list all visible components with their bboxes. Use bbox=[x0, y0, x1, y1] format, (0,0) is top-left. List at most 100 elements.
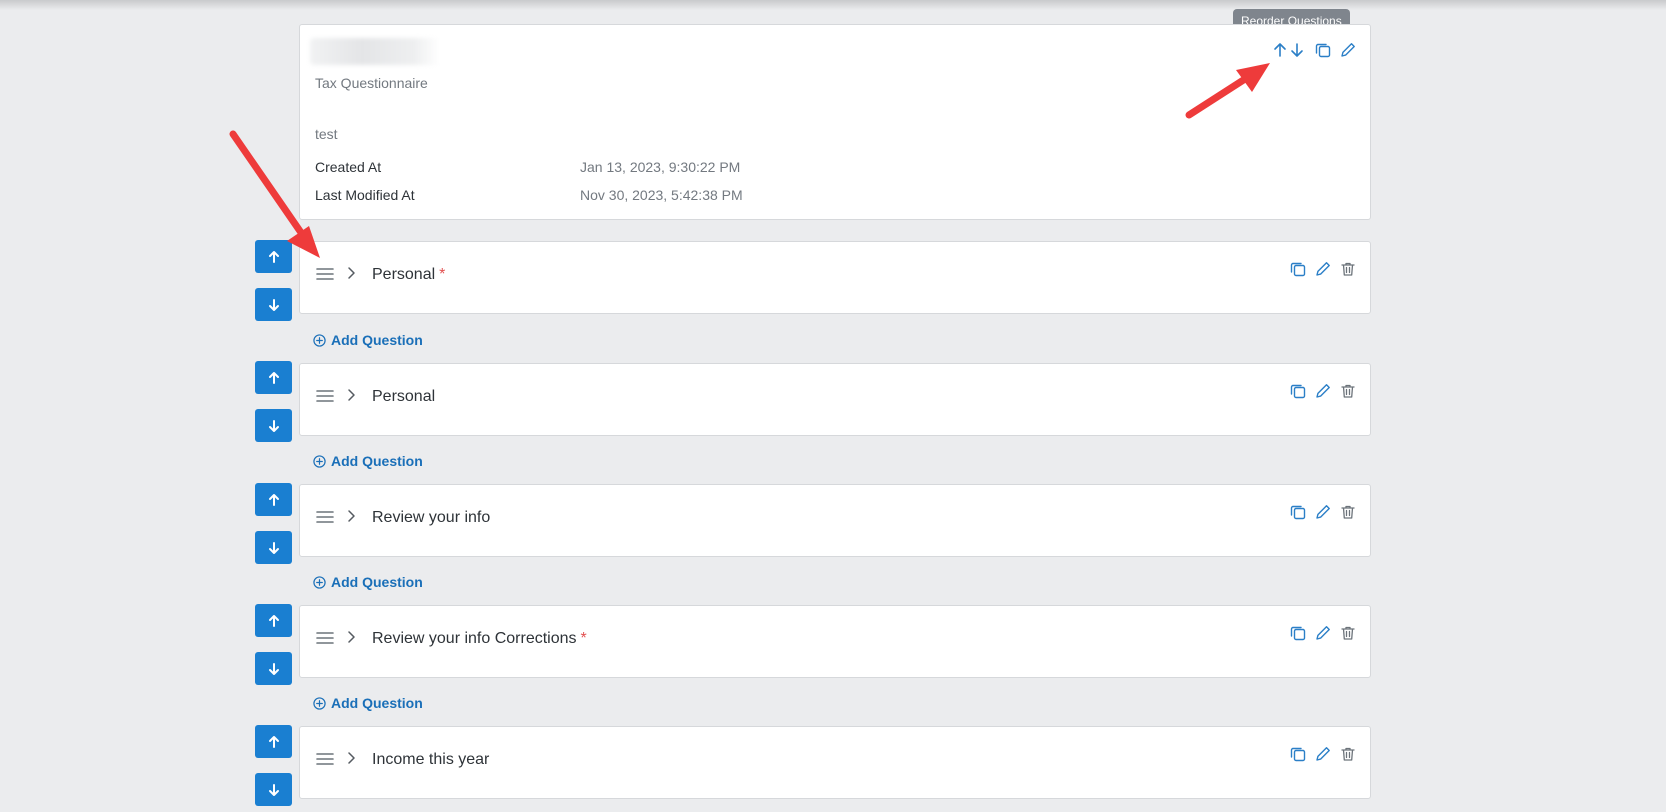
arrow-down-icon bbox=[268, 298, 279, 311]
chevron-right-icon[interactable] bbox=[345, 750, 357, 766]
copy-icon bbox=[1290, 626, 1305, 640]
drag-handle-icon[interactable] bbox=[316, 389, 334, 403]
arrow-up-icon bbox=[268, 250, 279, 263]
question-actions bbox=[1289, 745, 1356, 762]
top-shadow bbox=[0, 0, 1666, 10]
add-question-link[interactable]: Add Question bbox=[313, 574, 423, 590]
question-actions bbox=[1289, 624, 1356, 641]
question-card: Review your info bbox=[299, 484, 1371, 557]
move-down-button[interactable] bbox=[255, 531, 292, 564]
duplicate-question-button[interactable] bbox=[1289, 260, 1306, 277]
duplicate-question-button[interactable] bbox=[1289, 745, 1306, 762]
delete-question-button[interactable] bbox=[1339, 260, 1356, 277]
pencil-icon bbox=[1340, 42, 1355, 57]
pencil-icon bbox=[1315, 746, 1330, 761]
duplicate-questionnaire-button[interactable] bbox=[1314, 41, 1331, 58]
copy-icon bbox=[1290, 747, 1305, 761]
question-actions bbox=[1289, 503, 1356, 520]
last-modified-value: Nov 30, 2023, 5:42:38 PM bbox=[580, 187, 743, 203]
move-up-button[interactable] bbox=[255, 240, 292, 273]
arrow-up-icon bbox=[268, 614, 279, 627]
move-down-button[interactable] bbox=[255, 409, 292, 442]
created-at-value: Jan 13, 2023, 9:30:22 PM bbox=[580, 159, 741, 175]
pencil-icon bbox=[1315, 261, 1330, 276]
question-title: Personal * bbox=[372, 266, 446, 283]
plus-circle-icon bbox=[313, 454, 326, 468]
move-up-button[interactable] bbox=[255, 483, 292, 516]
move-down-button[interactable] bbox=[255, 288, 292, 321]
arrow-up-icon bbox=[268, 493, 279, 506]
question-title: Review your info Corrections * bbox=[372, 630, 587, 647]
questionnaire-header-card: Tax Questionnaire test Created At Jan 13… bbox=[299, 24, 1371, 220]
pencil-icon bbox=[1315, 383, 1330, 398]
trash-icon bbox=[1340, 747, 1355, 761]
add-question-link[interactable]: Add Question bbox=[313, 332, 423, 348]
delete-question-button[interactable] bbox=[1339, 503, 1356, 520]
chevron-right-icon[interactable] bbox=[345, 508, 357, 524]
questionnaire-subtitle: Tax Questionnaire bbox=[315, 75, 428, 91]
chevron-right-icon[interactable] bbox=[345, 265, 357, 281]
drag-handle-icon[interactable] bbox=[316, 267, 334, 281]
question-card: Personal bbox=[299, 363, 1371, 436]
plus-circle-icon bbox=[313, 333, 326, 347]
duplicate-question-button[interactable] bbox=[1289, 503, 1306, 520]
arrow-down-icon bbox=[268, 783, 279, 796]
question-card: Personal * bbox=[299, 241, 1371, 314]
trash-icon bbox=[1340, 384, 1355, 398]
move-up-button[interactable] bbox=[255, 361, 292, 394]
question-card: Income this year bbox=[299, 726, 1371, 799]
question-title: Review your info bbox=[372, 509, 491, 526]
delete-question-button[interactable] bbox=[1339, 624, 1356, 641]
question-actions bbox=[1289, 382, 1356, 399]
add-question-link[interactable]: Add Question bbox=[313, 453, 423, 469]
drag-handle-icon[interactable] bbox=[316, 510, 334, 524]
arrow-down-icon bbox=[268, 662, 279, 675]
drag-handle-icon[interactable] bbox=[316, 631, 334, 645]
question-title: Income this year bbox=[372, 751, 490, 768]
copy-icon bbox=[1315, 43, 1330, 57]
arrow-up-icon bbox=[268, 371, 279, 384]
arrow-down-icon bbox=[268, 541, 279, 554]
trash-icon bbox=[1340, 626, 1355, 640]
blurred-questionnaire-name bbox=[310, 38, 440, 65]
trash-icon bbox=[1340, 262, 1355, 276]
move-up-button[interactable] bbox=[255, 725, 292, 758]
last-modified-label: Last Modified At bbox=[315, 187, 415, 203]
delete-question-button[interactable] bbox=[1339, 745, 1356, 762]
plus-circle-icon bbox=[313, 696, 326, 710]
plus-circle-icon bbox=[313, 575, 326, 589]
chevron-right-icon[interactable] bbox=[345, 387, 357, 403]
reorder-questions-button[interactable] bbox=[1272, 41, 1306, 58]
trash-icon bbox=[1340, 505, 1355, 519]
question-card: Review your info Corrections * bbox=[299, 605, 1371, 678]
duplicate-question-button[interactable] bbox=[1289, 382, 1306, 399]
edit-question-button[interactable] bbox=[1314, 503, 1331, 520]
pencil-icon bbox=[1315, 625, 1330, 640]
copy-icon bbox=[1290, 384, 1305, 398]
copy-icon bbox=[1290, 262, 1305, 276]
edit-question-button[interactable] bbox=[1314, 745, 1331, 762]
duplicate-question-button[interactable] bbox=[1289, 624, 1306, 641]
question-actions bbox=[1289, 260, 1356, 277]
pencil-icon bbox=[1315, 504, 1330, 519]
arrow-down-icon bbox=[268, 419, 279, 432]
move-down-button[interactable] bbox=[255, 652, 292, 685]
edit-question-button[interactable] bbox=[1314, 624, 1331, 641]
edit-question-button[interactable] bbox=[1314, 260, 1331, 277]
created-at-label: Created At bbox=[315, 159, 382, 175]
required-marker: * bbox=[580, 630, 587, 647]
delete-question-button[interactable] bbox=[1339, 382, 1356, 399]
move-up-button[interactable] bbox=[255, 604, 292, 637]
edit-question-button[interactable] bbox=[1314, 382, 1331, 399]
move-down-button[interactable] bbox=[255, 773, 292, 806]
edit-questionnaire-button[interactable] bbox=[1339, 41, 1356, 58]
question-title: Personal bbox=[372, 388, 436, 405]
arrow-up-icon bbox=[268, 735, 279, 748]
add-question-link[interactable]: Add Question bbox=[313, 695, 423, 711]
required-marker: * bbox=[439, 266, 446, 283]
header-actions bbox=[1272, 41, 1356, 58]
drag-handle-icon[interactable] bbox=[316, 752, 334, 766]
copy-icon bbox=[1290, 505, 1305, 519]
reorder-arrows-icon bbox=[1274, 42, 1303, 57]
chevron-right-icon[interactable] bbox=[345, 629, 357, 645]
